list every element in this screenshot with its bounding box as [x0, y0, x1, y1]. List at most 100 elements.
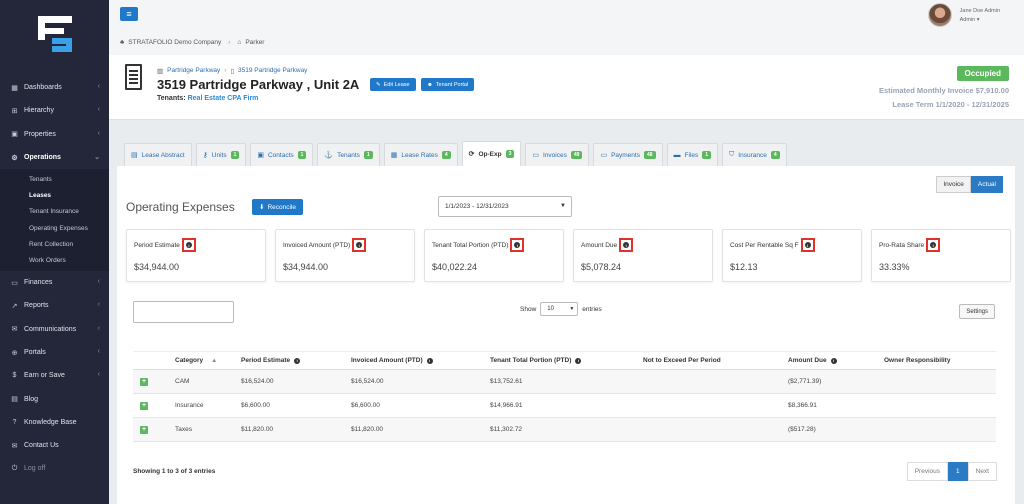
invoice-actual-toggle: Invoice Actual	[936, 176, 1003, 193]
expand-plus-icon[interactable]: +	[140, 425, 148, 434]
tab-units[interactable]: ⚷ Units 1	[195, 143, 247, 166]
sidebar-item-reports[interactable]: ↗ Reports ‹	[0, 294, 109, 317]
building-icon: ⌂	[237, 39, 242, 46]
cell-category: CAM	[168, 369, 234, 394]
next-page-button[interactable]: Next	[967, 462, 997, 481]
user-role[interactable]: Admin ▾	[960, 16, 1000, 25]
tab-contacts[interactable]: ▣ Contacts 1	[250, 143, 314, 166]
column-header-amount-due[interactable]: Amount Due i	[781, 351, 877, 370]
sidebar-item-portals[interactable]: ⊕ Portals ‹	[0, 341, 109, 364]
date-range-select[interactable]: 1/1/2023 - 12/31/2023 ▼	[438, 196, 572, 217]
tenants-line: Tenants: Real Estate CPA Firm	[157, 95, 258, 102]
column-header-period-estimate[interactable]: Period Estimate i	[234, 351, 344, 370]
sidebar-item-finances[interactable]: ▭ Finances ‹	[0, 271, 109, 294]
money-bill-icon: ▭	[600, 152, 608, 159]
tab-insurance[interactable]: ⛉ Insurance 4	[722, 143, 787, 166]
column-header-invoiced-amount[interactable]: Invoiced Amount (PTD) i	[344, 351, 483, 370]
sidebar-subitem-work-orders[interactable]: Work Orders	[0, 253, 109, 269]
column-header-owner-responsibility[interactable]: Owner Responsibility	[877, 351, 996, 370]
stratafolio-logo-icon[interactable]	[38, 16, 72, 52]
sidebar-subitem-tenants[interactable]: Tenants	[0, 171, 109, 187]
toggle-actual-button[interactable]: Actual	[970, 176, 1003, 193]
breadcrumb-lease-unit[interactable]: 3519 Partridge Parkway	[238, 67, 307, 75]
edit-lease-label: Edit Lease	[383, 81, 410, 88]
tab-tenants[interactable]: ⚓ Tenants 1	[317, 143, 380, 166]
sort-asc-icon[interactable]: ▲	[211, 358, 217, 364]
info-icon[interactable]: i	[181, 238, 196, 252]
expand-cell: +	[133, 369, 168, 394]
sidebar-item-knowledge-base[interactable]: ? Knowledge Base	[0, 411, 109, 434]
sidebar-subitem-rent-collection[interactable]: Rent Collection	[0, 236, 109, 252]
gears-icon: ⚙	[11, 154, 18, 162]
info-icon[interactable]: i	[926, 238, 941, 252]
sidebar-item-blog[interactable]: ▤ Blog	[0, 387, 109, 410]
tab-badge: 4	[770, 151, 780, 159]
tab-files[interactable]: ▬ Files 1	[666, 143, 719, 166]
hamburger-icon: ≡	[126, 9, 132, 19]
reconcile-label: Reconcile	[267, 203, 296, 211]
reconcile-button[interactable]: ⬇ Reconcile	[252, 199, 303, 215]
info-icon[interactable]: i	[619, 238, 634, 252]
sidebar-item-log-off[interactable]: ⏻ Log off	[0, 457, 109, 480]
sidebar-item-earn-or-save[interactable]: $ Earn or Save ‹	[0, 364, 109, 387]
breadcrumb-property[interactable]: Parker	[245, 39, 264, 46]
previous-page-button[interactable]: Previous	[906, 462, 948, 481]
edit-lease-button[interactable]: ✎ Edit Lease	[370, 78, 416, 91]
anchor-icon: ⚓	[324, 152, 334, 159]
info-icon[interactable]: i	[352, 238, 367, 252]
sidebar-item-communications[interactable]: ✉ Communications ‹	[0, 318, 109, 341]
invoice-icon: ▦	[390, 152, 398, 159]
entries-select[interactable]: 10 ▼	[540, 302, 579, 316]
info-icon[interactable]: i	[575, 357, 582, 364]
expand-plus-icon[interactable]: +	[140, 377, 148, 386]
breadcrumb-lease-property[interactable]: Partridge Parkway	[167, 67, 220, 75]
sidebar-item-contact-us[interactable]: ✉ Contact Us	[0, 434, 109, 457]
info-icon[interactable]: i	[510, 238, 525, 252]
sidebar-item-dashboards[interactable]: ▦ Dashboards ‹	[0, 76, 109, 99]
tab-op-exp[interactable]: ⟳ Op-Exp 3	[461, 141, 522, 166]
settings-button[interactable]: Settings	[959, 304, 995, 319]
chevron-left-icon: ‹	[97, 83, 100, 90]
tab-badge: 49	[570, 151, 583, 159]
card-pro-rata-share: Pro-Rata Share i 33.33%	[871, 229, 1011, 282]
breadcrumb-company[interactable]: STRATAFOLIO Demo Company	[128, 39, 221, 46]
sidebar-subitem-operating-expenses[interactable]: Operating Expenses	[0, 220, 109, 236]
tenant-link[interactable]: Real Estate CPA Firm	[188, 95, 259, 102]
info-icon[interactable]: i	[830, 357, 837, 364]
sidebar-subitem-tenant-insurance[interactable]: Tenant Insurance	[0, 204, 109, 220]
tab-label: Op-Exp	[478, 150, 502, 158]
tab-lease-rates[interactable]: ▦ Lease Rates 4	[383, 143, 458, 166]
card-label: Cost Per Rentable Sq F	[730, 241, 799, 249]
card-value: $34,944.00	[134, 262, 180, 272]
toggle-invoice-button[interactable]: Invoice	[936, 176, 971, 193]
user-menu[interactable]: Jane Doe Admin Admin ▾	[927, 3, 1000, 27]
lease-summary: Estimated Monthly Invoice $7,910.00 Leas…	[879, 84, 1009, 112]
sidebar-item-hierarchy[interactable]: ⊞ Hierarchy ‹	[0, 99, 109, 122]
page-1-button[interactable]: 1	[948, 462, 968, 481]
tab-label: Units	[211, 151, 227, 159]
expand-plus-icon[interactable]: +	[140, 401, 148, 410]
table-row: + CAM $16,524.00 $16,524.00 $13,752.61 (…	[133, 369, 996, 394]
card-label: Invoiced Amount (PTD)	[283, 241, 351, 249]
tab-invoices[interactable]: ▭ Invoices 49	[525, 143, 590, 166]
info-icon[interactable]: i	[294, 357, 301, 364]
expand-column-header	[133, 351, 168, 370]
info-icon[interactable]: i	[800, 238, 815, 252]
tenant-portal-button[interactable]: ☻ Tenant Portal	[421, 78, 475, 91]
cell-owner-responsibility	[877, 393, 996, 418]
page-title: 3519 Partridge Parkway , Unit 2A	[157, 77, 360, 92]
tab-lease-abstract[interactable]: ▤ Lease Abstract	[124, 143, 192, 166]
sidebar-item-operations[interactable]: ⚙ Operations ⌄	[0, 146, 109, 169]
search-input[interactable]	[133, 301, 234, 323]
tab-payments[interactable]: ▭ Payments 48	[593, 143, 663, 166]
contact-card-icon: ▣	[257, 152, 264, 159]
sidebar-item-properties[interactable]: ▣ Properties ‹	[0, 123, 109, 146]
pencil-icon: ✎	[376, 81, 381, 88]
column-header-not-to-exceed[interactable]: Not to Exceed Per Period	[636, 351, 781, 370]
avatar[interactable]	[927, 3, 952, 27]
sidebar-subitem-leases[interactable]: Leases	[0, 187, 109, 203]
column-header-tenant-total-portion[interactable]: Tenant Total Portion (PTD) i	[483, 351, 636, 370]
menu-toggle-button[interactable]: ≡	[120, 7, 138, 21]
info-icon[interactable]: i	[426, 357, 433, 364]
column-header-category[interactable]: Category ▲	[168, 351, 234, 370]
